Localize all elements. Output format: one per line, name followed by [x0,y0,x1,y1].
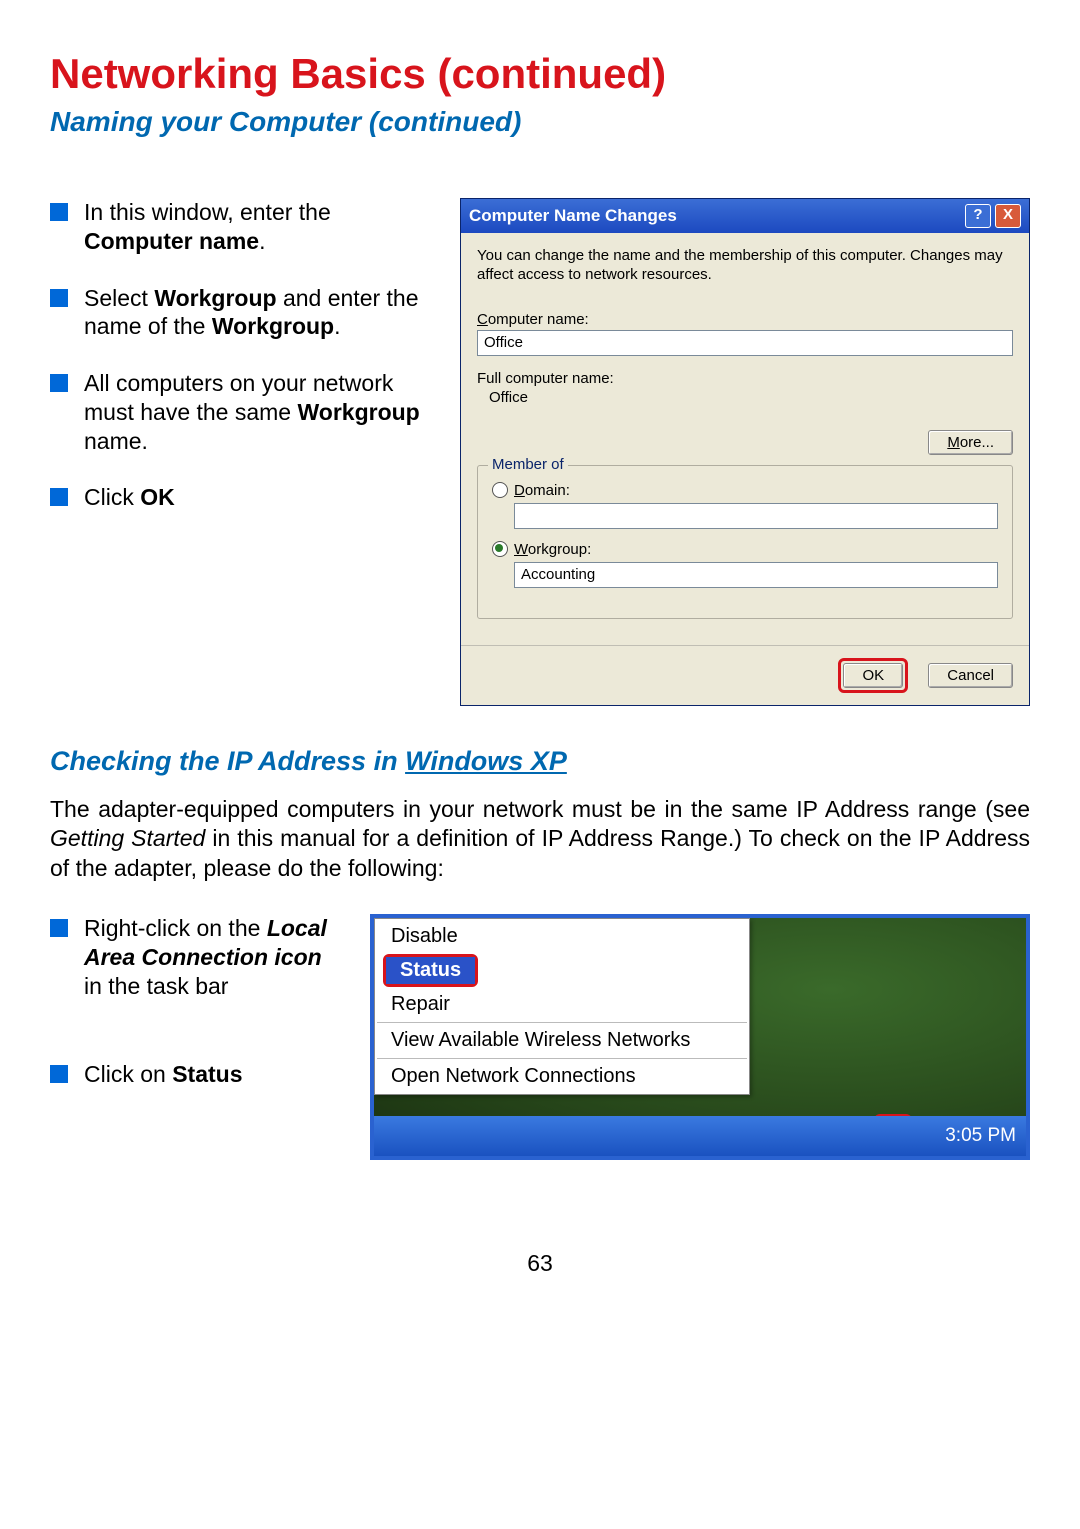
ok-highlight: OK [838,658,908,693]
workgroup-input[interactable]: Accounting [514,562,998,588]
instructions-list-2: Right-click on the Local Area Connection… [50,914,340,1117]
domain-radio[interactable]: Domain: [492,482,998,499]
dialog-actions: OK Cancel [461,645,1029,705]
menu-item-open-connections[interactable]: Open Network Connections [377,1061,747,1092]
menu-item-status[interactable]: Status [386,957,475,984]
instruction-item: Select Workgroup and enter the name of t… [50,284,430,342]
menu-item-view-networks[interactable]: View Available Wireless Networks [377,1025,747,1056]
close-button[interactable]: X [995,204,1021,228]
computer-name-changes-dialog: Computer Name Changes ? X You can change… [460,198,1030,706]
instruction-item: Right-click on the Local Area Connection… [50,914,340,1000]
workgroup-radio[interactable]: Workgroup: [492,541,998,558]
member-of-group: Member of Domain: Workgroup: Accounting [477,465,1013,619]
context-menu: Disable Status Repair View Available Wir… [374,918,750,1095]
bullet-square-icon [50,488,68,506]
context-menu-screenshot: Disable Status Repair View Available Wir… [370,914,1030,1160]
taskbar[interactable]: 3:05 PM [374,1116,1026,1156]
bullet-square-icon [50,374,68,392]
instruction-item: In this window, enter the Computer name. [50,198,430,256]
instruction-item: All computers on your network must have … [50,369,430,455]
full-computer-name-label: Full computer name: [477,370,1013,387]
instruction-item: Click on Status [50,1060,340,1089]
instructions-list-1: In this window, enter the Computer name.… [50,198,430,540]
domain-input[interactable] [514,503,998,529]
dialog-description: You can change the name and the membersh… [477,247,1013,285]
bullet-square-icon [50,289,68,307]
help-button[interactable]: ? [965,204,991,228]
bullet-square-icon [50,203,68,221]
menu-separator [377,1058,747,1059]
more-button[interactable]: More... [928,430,1013,455]
cancel-button[interactable]: Cancel [928,663,1013,688]
page-title: Networking Basics (continued) [50,50,1030,98]
menu-item-repair[interactable]: Repair [377,989,747,1020]
section-title-ip: Checking the IP Address in Windows XP [50,746,1030,777]
dialog-title-text: Computer Name Changes [469,206,961,226]
menu-item-disable[interactable]: Disable [377,921,747,952]
ok-button[interactable]: OK [843,663,903,688]
computer-name-label: CComputer name:omputer name: [477,311,1013,328]
dialog-titlebar[interactable]: Computer Name Changes ? X [461,199,1029,233]
page-number: 63 [50,1250,1030,1277]
instruction-item: Click OK [50,483,430,512]
bullet-square-icon [50,1065,68,1083]
bullet-square-icon [50,919,68,937]
computer-name-input[interactable]: Office [477,330,1013,356]
taskbar-clock: 3:05 PM [945,1125,1016,1147]
group-title: Member of [488,456,568,473]
section-subtitle: Naming your Computer (continued) [50,106,1030,138]
menu-separator [377,1022,747,1023]
status-highlight: Status [383,954,478,987]
full-computer-name-value: Office [477,389,1013,406]
ip-section-paragraph: The adapter-equipped computers in your n… [50,795,1030,885]
